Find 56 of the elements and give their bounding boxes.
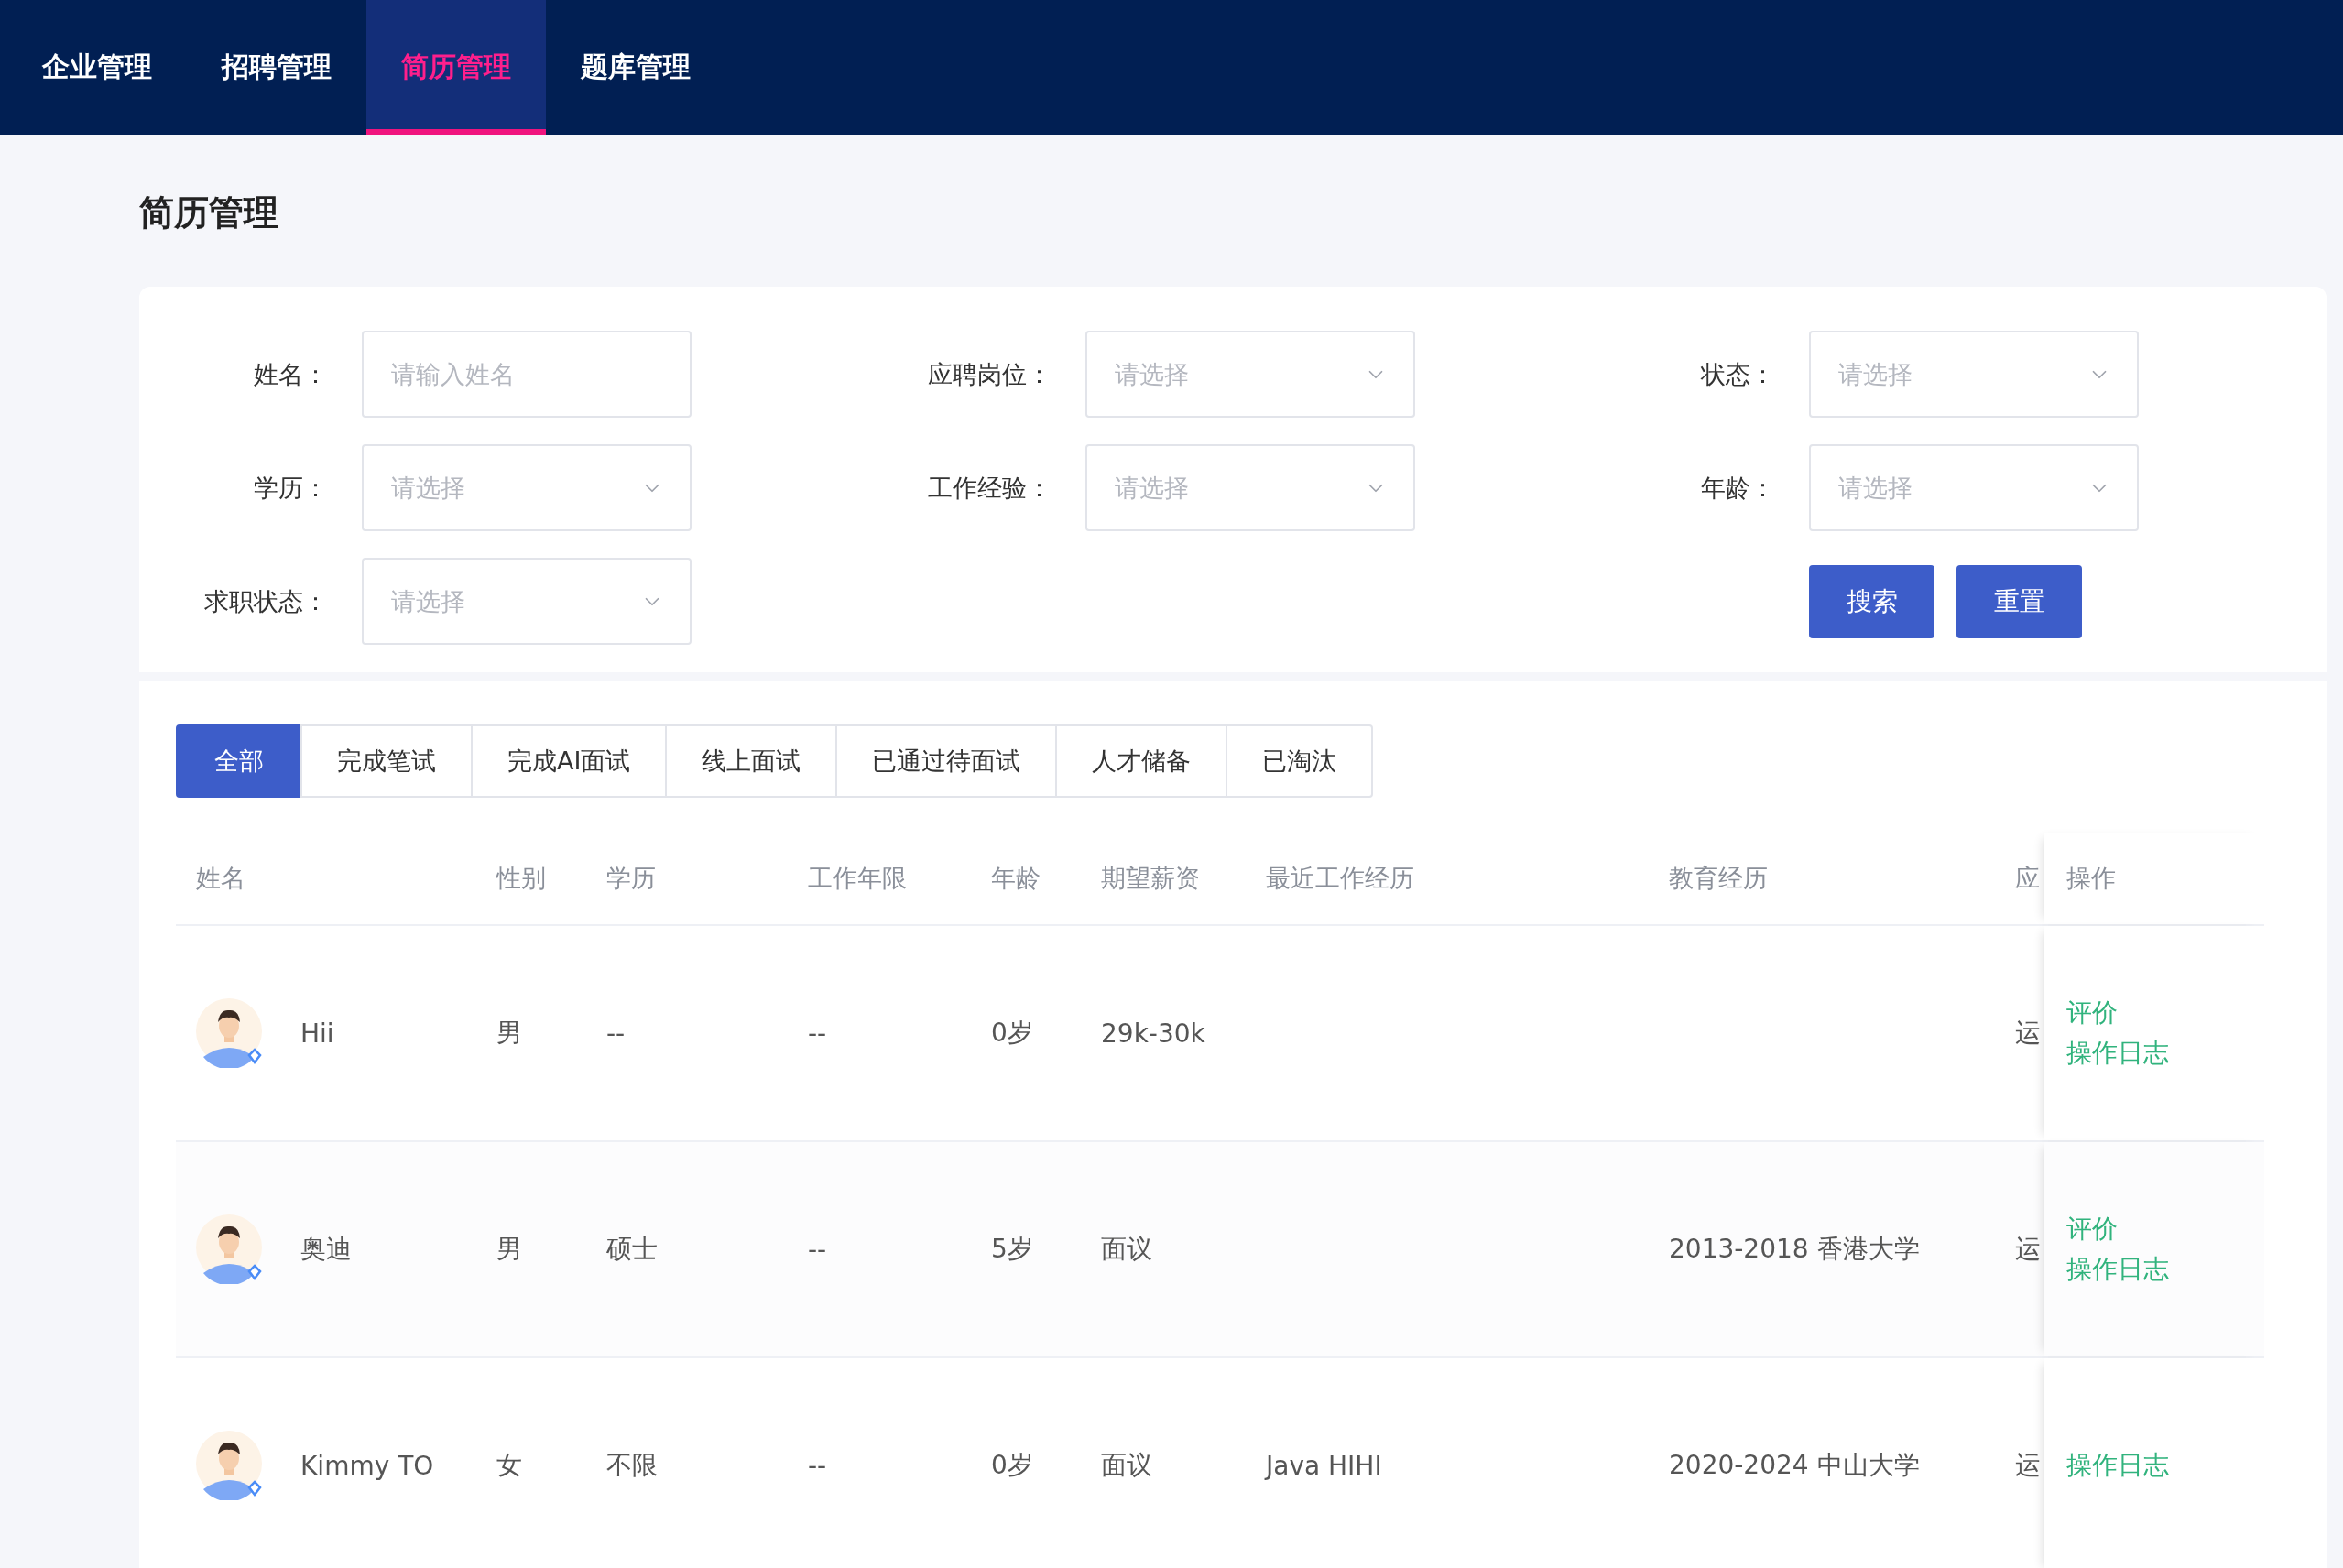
table-cell-text: 不限 — [605, 1449, 659, 1482]
search-button[interactable]: 搜索 — [1809, 564, 1934, 638]
filter-label: 应聘岗位： — [927, 358, 1052, 390]
nav-tab[interactable]: 招聘管理 — [187, 0, 366, 135]
nav-tab[interactable]: 简历管理 — [366, 0, 546, 135]
table-cell-text: -- — [807, 1450, 828, 1481]
page-title: 简历管理 — [139, 191, 279, 234]
table-cell-text: 2020-2024 中山大学 — [1668, 1449, 1921, 1482]
table-cell-text: 0岁 — [990, 1017, 1034, 1050]
column-header: 教育经历 — [1668, 863, 1769, 894]
filter-label: 求职状态： — [203, 585, 329, 617]
table-cell-text: 硕士 — [605, 1233, 659, 1266]
status-tab[interactable]: 线上面试 — [665, 724, 838, 798]
column-header: 操作 — [2066, 863, 2117, 894]
candidate-name: Kimmy TO — [300, 1450, 434, 1481]
name-input-field[interactable]: 请输入姓名 — [362, 331, 692, 418]
column-header: 年龄 — [990, 863, 1041, 894]
status-tab[interactable]: 人才储备 — [1055, 724, 1228, 798]
table-cell-text: -- — [807, 1234, 828, 1265]
table-cell-text: 男 — [496, 1017, 523, 1050]
nav-tab[interactable]: 企业管理 — [7, 0, 187, 135]
column-header: 最近工作经历 — [1265, 863, 1415, 894]
filter-label: 学历： — [253, 472, 329, 504]
status-tab[interactable]: 全部 — [176, 724, 302, 798]
column-header: 应 — [2015, 863, 2041, 894]
table-cell-text: 29k-30k — [1100, 1018, 1206, 1049]
nav-tab[interactable]: 题库管理 — [546, 0, 725, 135]
table-cell-text: 运 — [2015, 1017, 2042, 1050]
table-cell-text: Java HIHI — [1263, 1450, 1383, 1481]
reset-button[interactable]: 重置 — [1956, 564, 2082, 638]
table-cell-text: 0岁 — [990, 1449, 1034, 1482]
table-cell-text: 面议 — [1100, 1233, 1153, 1266]
filter-label: 工作经验： — [927, 472, 1052, 504]
filter-label: 年龄： — [1700, 472, 1776, 504]
column-header: 期望薪资 — [1100, 863, 1201, 894]
table-cell-text: 女 — [496, 1449, 523, 1482]
table-cell-text: -- — [605, 1018, 627, 1049]
candidate-name: Hii — [300, 1018, 334, 1049]
table-cell-text: 面议 — [1100, 1449, 1153, 1482]
column-header: 性别 — [495, 863, 547, 894]
table-cell-text: 2013-2018 香港大学 — [1668, 1233, 1921, 1266]
status-tab[interactable]: 已淘汰 — [1226, 724, 1374, 798]
table-cell-text: 5岁 — [990, 1233, 1034, 1266]
status-tab[interactable]: 完成AI面试 — [471, 724, 668, 798]
table-cell-text: -- — [807, 1018, 828, 1049]
table-cell-text: 运 — [2015, 1449, 2042, 1482]
status-tab[interactable]: 已通过待面试 — [835, 724, 1058, 798]
column-header: 学历 — [605, 863, 657, 894]
column-header: 姓名 — [195, 863, 246, 894]
filter-label: 状态： — [1699, 358, 1776, 390]
table-cell-text: 男 — [496, 1233, 523, 1266]
filter-label: 姓名： — [253, 358, 329, 390]
status-tab[interactable]: 完成笔试 — [300, 724, 473, 798]
column-header: 工作年限 — [807, 863, 908, 894]
table-cell-text: 运 — [2015, 1233, 2042, 1266]
candidate-name: 奥迪 — [300, 1233, 352, 1266]
